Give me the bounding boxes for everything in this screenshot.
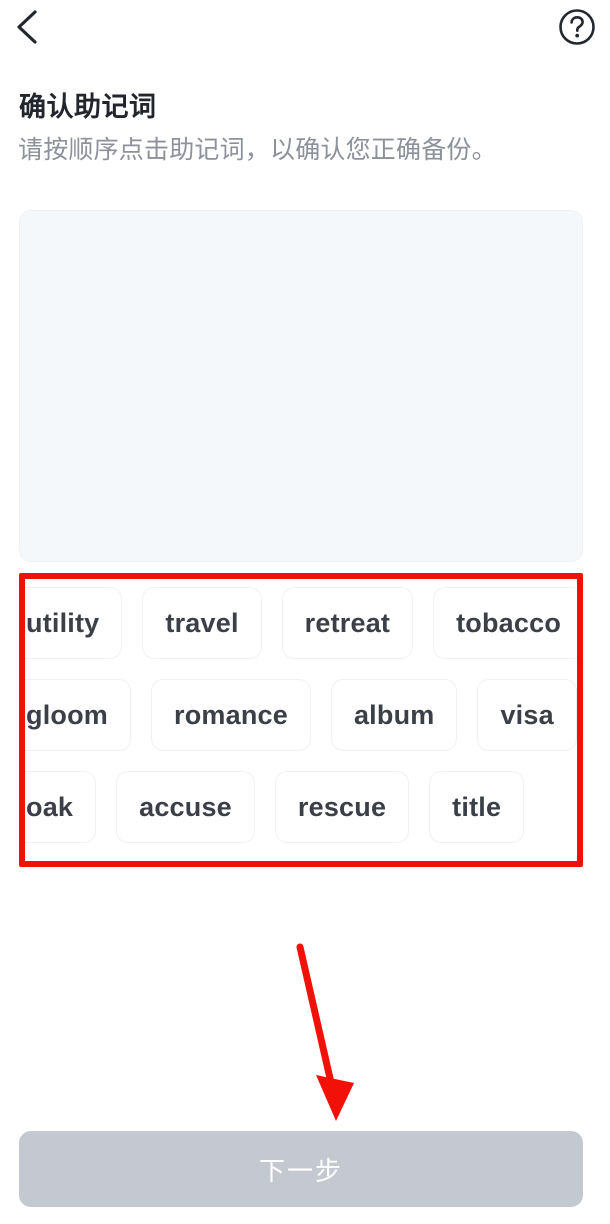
word-bank-rows: utility travel retreat tobacco gloom romance a… [19,573,583,843]
word-chip[interactable]: rescue [274,771,410,843]
next-button-label: 下一步 [258,1155,343,1186]
word-chip[interactable]: romance [151,679,311,751]
page-title: 确认助记词 [19,92,157,122]
word-chip[interactable]: album [330,679,458,751]
top-bar [0,0,610,58]
word-chip[interactable]: travel [142,587,262,659]
word-chip[interactable]: oak [19,771,97,843]
word-chip[interactable]: accuse [116,771,255,843]
page-subtitle: 请按顺序点击助记词，以确认您正确备份。 [18,136,497,164]
word-chip[interactable]: utility [19,587,123,659]
question-circle-icon [557,7,597,47]
back-button[interactable] [4,2,52,52]
word-chip[interactable]: visa [477,679,577,751]
word-bank-row: oak accuse rescue title [19,771,583,843]
chevron-left-icon [14,8,42,46]
next-button[interactable]: 下一步 [19,1131,583,1207]
annotation-arrow [280,935,370,1130]
word-bank: utility travel retreat tobacco gloom romance a… [19,573,583,867]
help-button[interactable] [554,4,600,50]
word-chip[interactable]: retreat [281,587,414,659]
word-chip[interactable]: tobacco [433,587,583,659]
word-chip[interactable]: gloom [19,679,131,751]
app-screen: 确认助记词 请按顺序点击助记词，以确认您正确备份。 utility travel r… [0,0,610,1224]
selected-words-panel[interactable] [19,210,583,562]
word-bank-row: utility travel retreat tobacco [19,587,583,659]
word-bank-row: gloom romance album visa [19,679,583,751]
word-chip[interactable]: title [429,771,525,843]
